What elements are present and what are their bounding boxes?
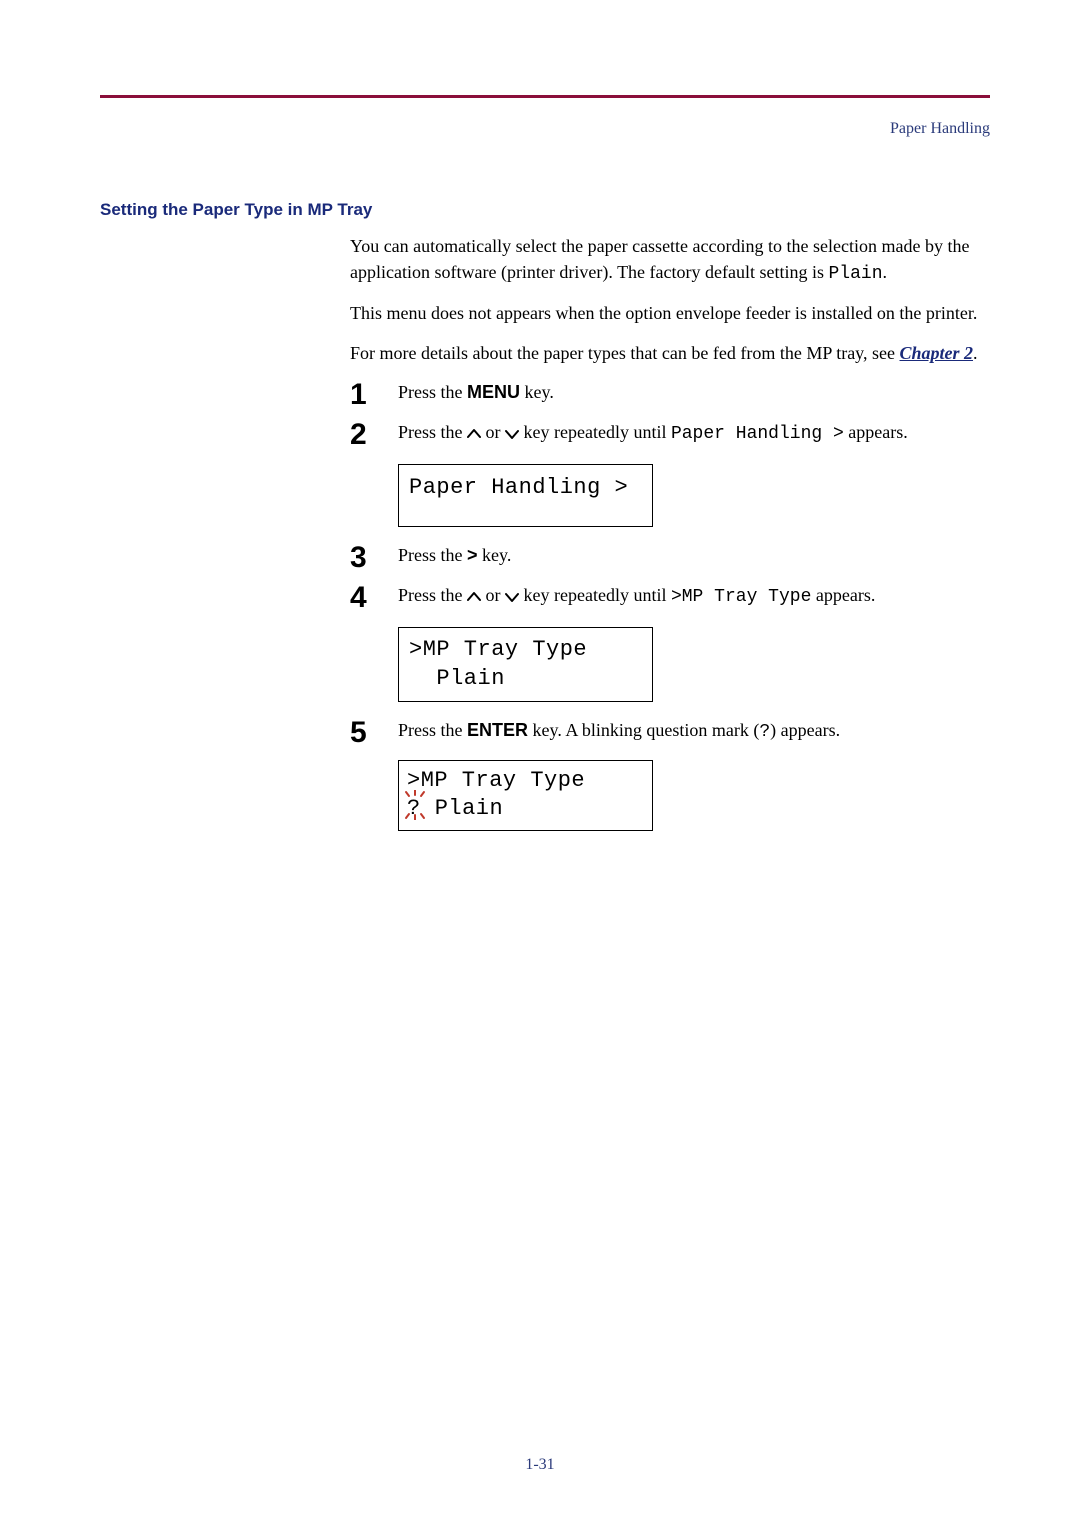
- s1-b: key.: [520, 382, 554, 402]
- s2-mono: Paper Handling >: [671, 424, 844, 444]
- s2-mid: or: [481, 422, 505, 442]
- intro-p3-b: .: [973, 343, 978, 363]
- enter-key-label: ENTER: [467, 720, 528, 740]
- step-1-text: Press the MENU key.: [398, 380, 990, 406]
- down-arrow-icon: [505, 585, 519, 611]
- intro-para-3: For more details about the paper types t…: [350, 341, 990, 367]
- s5-mono: ?: [759, 722, 770, 742]
- d4-l2: Plain: [409, 666, 505, 691]
- s4-mid: or: [481, 585, 505, 605]
- s5-a: Press the: [398, 720, 467, 740]
- menu-key-label: MENU: [467, 382, 520, 402]
- step-5-number: 5: [350, 718, 398, 748]
- intro-para-2: This menu does not appears when the opti…: [350, 301, 990, 327]
- step-3-text: Press the > key.: [398, 543, 990, 569]
- section-title: Setting the Paper Type in MP Tray: [100, 200, 990, 220]
- s5-c: ) appears.: [770, 720, 840, 740]
- step-4: 4 Press the or key repeatedly until >MP …: [350, 583, 990, 708]
- d4-l1: >MP Tray Type: [409, 637, 587, 662]
- header-label: Paper Handling: [100, 120, 990, 138]
- gt-key-label: >: [467, 545, 478, 565]
- top-rule: [100, 95, 990, 98]
- s2-b: key repeatedly until: [519, 422, 671, 442]
- intro-p1-b: .: [883, 262, 888, 282]
- s5-b: key. A blinking question mark (: [528, 720, 759, 740]
- step-1: 1 Press the MENU key.: [350, 380, 990, 410]
- step-1-number: 1: [350, 380, 398, 410]
- step-5-text: Press the ENTER key. A blinking question…: [398, 718, 990, 746]
- step-2: 2 Press the or key repeatedly until Pape…: [350, 420, 990, 533]
- s3-b: key.: [478, 545, 512, 565]
- d5-l2: ? Plain: [407, 795, 644, 824]
- s3-a: Press the: [398, 545, 467, 565]
- chapter-link[interactable]: Chapter 2: [900, 343, 974, 363]
- step-2-text: Press the or key repeatedly until Paper …: [398, 420, 990, 448]
- step-2-number: 2: [350, 420, 398, 450]
- up-arrow-icon: [467, 585, 481, 611]
- d5-rest: Plain: [421, 796, 503, 821]
- blink-cursor: ?: [407, 795, 421, 824]
- intro-para-1: You can automatically select the paper c…: [350, 234, 990, 287]
- step-4-text: Press the or key repeatedly until >MP Tr…: [398, 583, 990, 611]
- d5-l1: >MP Tray Type: [407, 767, 644, 796]
- display-mp-tray-type: >MP Tray Type Plain: [398, 627, 653, 702]
- step-3: 3 Press the > key.: [350, 543, 990, 573]
- s2-c: appears.: [844, 422, 908, 442]
- intro-p1-mono: Plain: [829, 264, 883, 284]
- display-mp-tray-type-blink: >MP Tray Type ? Plain: [398, 760, 653, 831]
- s4-a: Press the: [398, 585, 467, 605]
- step-5: 5 Press the ENTER key. A blinking questi…: [350, 718, 990, 837]
- s4-mono: >MP Tray Type: [671, 587, 811, 607]
- step-4-number: 4: [350, 583, 398, 613]
- display-paper-handling: Paper Handling >: [398, 464, 653, 528]
- intro-p3-a: For more details about the paper types t…: [350, 343, 900, 363]
- s1-a: Press the: [398, 382, 467, 402]
- page-number: 1-31: [0, 1456, 1080, 1474]
- down-arrow-icon: [505, 422, 519, 448]
- up-arrow-icon: [467, 422, 481, 448]
- step-3-number: 3: [350, 543, 398, 573]
- s4-c: appears.: [811, 585, 875, 605]
- s2-a: Press the: [398, 422, 467, 442]
- blink-question-mark: ?: [407, 796, 421, 821]
- s4-b: key repeatedly until: [519, 585, 671, 605]
